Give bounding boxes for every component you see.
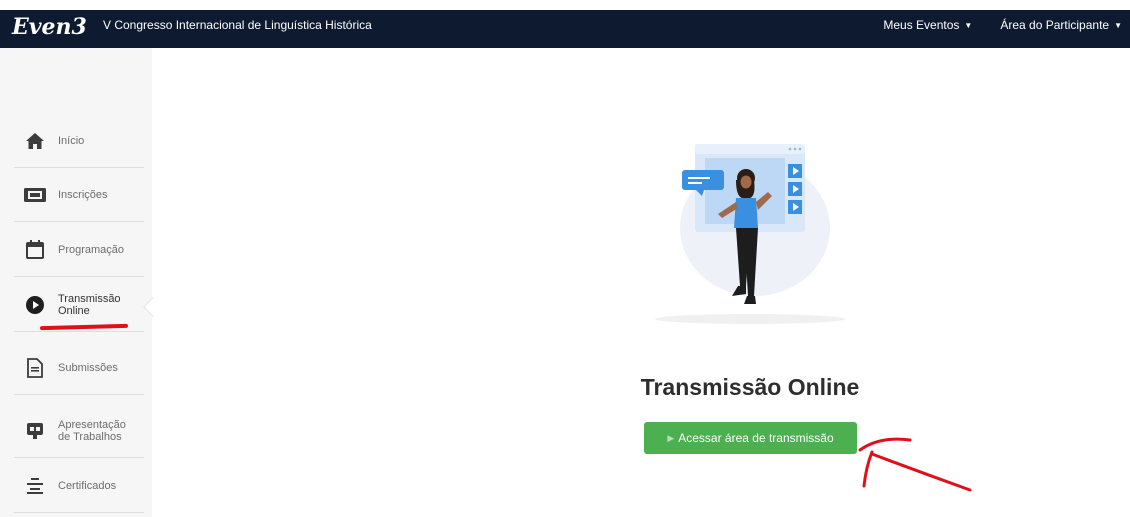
- sidebar-item-label: Submissões: [58, 361, 118, 374]
- event-title[interactable]: V Congresso Internacional de Linguística…: [103, 18, 372, 32]
- chevron-down-icon: ▼: [964, 21, 973, 31]
- chevron-down-icon: ▼: [1114, 21, 1122, 31]
- nav-meus-eventos-label: Meus Eventos: [883, 18, 960, 32]
- sidebar-item-label: Início: [58, 134, 85, 147]
- nav-right: Meus Eventos ▼ Área do Participante ▼: [883, 18, 1122, 32]
- annotation-arrow: [858, 437, 972, 492]
- sidebar: Início Inscrições Programação Transmissã…: [0, 48, 152, 517]
- top-navbar: Even3 V Congresso Internacional de Lingu…: [0, 0, 1130, 48]
- sidebar-item-submissoes[interactable]: Submissões: [14, 341, 144, 395]
- list-icon: [24, 475, 46, 497]
- access-transmission-label: Acessar área de transmissão: [678, 431, 834, 445]
- document-icon: [24, 357, 46, 379]
- sidebar-item-label: Certificados: [58, 479, 117, 492]
- top-gap: [0, 0, 1130, 10]
- nav-meus-eventos[interactable]: Meus Eventos ▼: [883, 18, 972, 32]
- sidebar-item-label-line1: Apresentação: [58, 418, 126, 431]
- sidebar-item-apresentacao[interactable]: Apresentação de Trabalhos: [14, 404, 144, 458]
- sidebar-item-certificados[interactable]: Certificados: [14, 459, 144, 513]
- brand-logo[interactable]: Even3: [12, 14, 87, 40]
- sidebar-item-programacao[interactable]: Programação: [14, 223, 144, 277]
- sidebar-item-label: Inscrições: [58, 188, 108, 201]
- sidebar-item-label: Apresentação de Trabalhos: [58, 419, 126, 443]
- sidebar-item-label-line2: Online: [58, 304, 90, 317]
- page-title: Transmissão Online: [640, 374, 860, 400]
- play-icon: ▶: [667, 432, 675, 443]
- access-transmission-button[interactable]: ▶ Acessar área de transmissão: [644, 422, 857, 454]
- streaming-illustration: [650, 136, 850, 336]
- sidebar-item-label: Transmissão Online: [58, 293, 121, 317]
- home-icon: [24, 130, 46, 152]
- sidebar-item-inicio[interactable]: Início: [14, 114, 144, 168]
- nav-area-participante-label: Área do Participante: [1000, 18, 1110, 32]
- ticket-icon: [24, 184, 46, 206]
- sidebar-item-label-line2: de Trabalhos: [58, 430, 122, 443]
- calendar-icon: [24, 239, 46, 261]
- sidebar-item-label: Programação: [58, 243, 125, 256]
- nav-area-participante[interactable]: Área do Participante ▼: [1000, 18, 1122, 32]
- play-circle-icon: [24, 294, 46, 316]
- presentation-icon: [24, 420, 46, 442]
- sidebar-item-inscricoes[interactable]: Inscrições: [14, 168, 144, 222]
- sidebar-item-label-line1: Transmissão: [58, 292, 121, 305]
